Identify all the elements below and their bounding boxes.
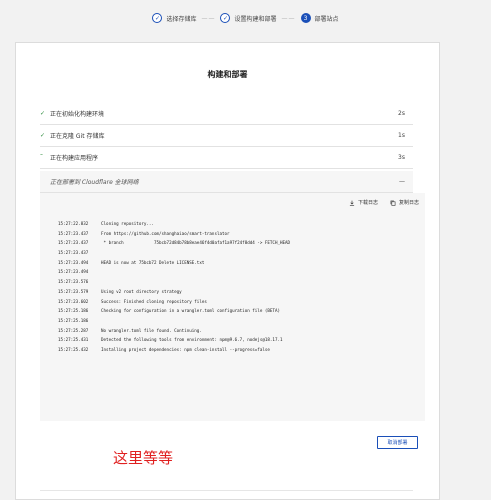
log-message: Success: Finished cloning repository fil… (101, 298, 207, 304)
stage-row-deploy[interactable]: 正在部署到 Cloudflare 全球网络 — (40, 171, 413, 193)
check-icon: ✓ (40, 110, 46, 117)
log-timestamp: 15:27:23.437 (58, 240, 89, 246)
log-message: Cloning repository... (101, 221, 154, 226)
copy-icon (390, 200, 396, 206)
handwritten-annotation: 这里等等 (113, 449, 174, 467)
step-number-badge: 3 (300, 13, 311, 23)
log-line: 15:27:23.437 From https://github.com/shan… (58, 231, 290, 241)
log-timestamp: 15:27:25.287 (58, 327, 89, 333)
progress-icon: ˜ (40, 154, 43, 161)
log-timestamp: 15:27:23.579 (58, 288, 89, 294)
log-line: 15:27:23.579 Using v2 root directory stra… (58, 289, 290, 299)
divider (40, 490, 413, 491)
stage-row-build[interactable]: ˜ 正在构建应用程序 3s (40, 147, 413, 169)
log-timestamp: 15:27:23.602 (58, 298, 89, 304)
card-title: 构建和部署 (207, 70, 248, 79)
stage-duration: 3s (398, 154, 405, 161)
stage-row-init[interactable]: ✓ 正在初始化构建环境 2s (40, 103, 413, 125)
log-timestamp: 15:27:23.437 (58, 250, 89, 256)
stage-label: 正在克隆 Git 存储库 (50, 133, 105, 140)
download-log-label: 下载日志 (357, 200, 378, 206)
step-separator: —— (201, 14, 216, 22)
log-message: Detected the following tools from enviro… (101, 337, 283, 343)
log-line: 15:27:23.602 Success: Finished cloning re… (58, 299, 290, 309)
log-message: From https://github.com/shanghaiao/smart… (101, 230, 230, 236)
log-timestamp: 15:27:25.432 (58, 346, 89, 352)
stage-duration: 1s (398, 132, 405, 139)
log-message: * branch 75bcb72d84b78b8eae46f4d0afaf1a9… (101, 240, 291, 246)
stage-label: 正在部署到 Cloudflare 全球网络 (50, 179, 139, 186)
download-icon (349, 200, 355, 206)
step-select-repository: ✓ 选择存储库 (152, 13, 196, 23)
log-line: 15:27:23.494 (58, 269, 290, 279)
step-label: 选择存储库 (166, 15, 197, 23)
download-log-button[interactable]: 下载日志 (349, 199, 378, 206)
log-line: 15:27:22.832 Cloning repository... (58, 221, 290, 231)
log-line: 15:27:25.186 Checking for configuration i… (58, 308, 290, 318)
step-deploy-site: 3 部署站点 (300, 13, 339, 23)
log-toolbar: 下载日志 复制日志 (349, 199, 419, 206)
log-line: 15:27:25.432 Installing project dependenc… (58, 347, 290, 357)
copy-log-button[interactable]: 复制日志 (390, 199, 419, 206)
log-line: 15:27:23.437 (58, 250, 290, 260)
collapse-icon[interactable]: — (399, 178, 413, 185)
log-timestamp: 15:27:25.431 (58, 337, 89, 343)
step-complete-icon: ✓ (152, 13, 163, 23)
step-label: 设置构建和部署 (234, 15, 277, 23)
deployment-stepper: ✓ 选择存储库 —— ✓ 设置构建和部署 —— 3 部署站点 (0, 0, 491, 36)
log-line: 15:27:23.576 (58, 279, 290, 289)
log-timestamp: 15:27:25.186 (58, 317, 89, 323)
log-timestamp: 15:27:22.832 (58, 221, 89, 226)
build-log-panel[interactable]: 下载日志 复制日志 15:27:22.832 Cloning repository… (40, 193, 425, 421)
step-separator: —— (281, 14, 296, 22)
log-line: 15:27:25.431 Detected the following tools… (58, 337, 290, 347)
log-message: HEAD is now at 75bcb72 Delete LICENSE.tx… (101, 259, 205, 265)
stage-label: 正在初始化构建环境 (50, 111, 105, 118)
log-line: 15:27:25.287 No wrangler.toml file found.… (58, 328, 290, 338)
check-icon: ✓ (40, 132, 46, 139)
log-timestamp: 15:27:23.437 (58, 230, 89, 236)
log-lines: 15:27:22.832 Cloning repository... 15:27:2… (58, 221, 290, 357)
step-label: 部署站点 (314, 15, 339, 23)
log-message: No wrangler.toml file found. Continuing. (101, 327, 202, 333)
log-timestamp: 15:27:23.494 (58, 269, 89, 275)
copy-log-label: 复制日志 (398, 200, 419, 206)
log-message: Using v2 root directory strategy (101, 288, 182, 294)
log-line: 15:27:23.437 * branch 75bcb72d84b78b8eae… (58, 240, 290, 250)
log-timestamp: 15:27:23.576 (58, 279, 89, 285)
log-message: Installing project dependencies: npm cle… (101, 346, 270, 352)
step-complete-icon: ✓ (220, 13, 231, 23)
log-message: Checking for configuration in a wrangler… (101, 308, 280, 314)
log-line: 15:27:25.186 (58, 318, 290, 328)
stage-row-clone[interactable]: ✓ 正在克隆 Git 存储库 1s (40, 125, 413, 147)
step-setup-build: ✓ 设置构建和部署 (220, 13, 277, 23)
log-timestamp: 15:27:25.186 (58, 308, 89, 314)
cancel-deployment-button[interactable]: 取消部署 (377, 436, 418, 449)
log-line: 15:27:23.494 HEAD is now at 75bcb72 Delet… (58, 260, 290, 270)
stage-label: 正在构建应用程序 (50, 155, 99, 162)
stage-duration: 2s (398, 110, 405, 117)
log-timestamp: 15:27:23.494 (58, 259, 89, 265)
